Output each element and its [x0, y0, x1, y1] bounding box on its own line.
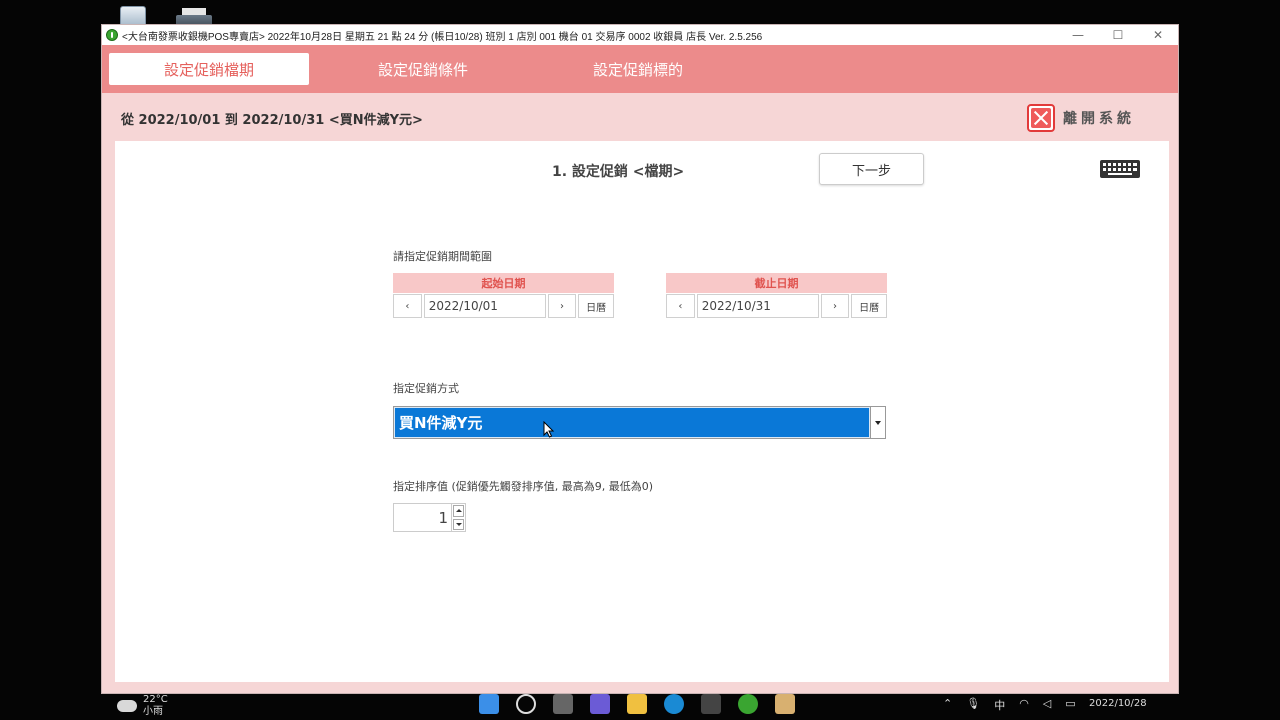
next-step-button[interactable]: 下一步	[819, 153, 924, 185]
step-title: 1. 設定促銷 <檔期>	[552, 164, 685, 180]
method-label: 指定促銷方式	[393, 382, 459, 395]
minimize-button[interactable]: —	[1058, 25, 1098, 45]
promo-method-select[interactable]: 買N件減Y元	[393, 406, 886, 439]
weather-desc: 小雨	[143, 706, 163, 717]
tab-promo-condition[interactable]: 設定促銷條件	[323, 53, 523, 85]
system-tray: ⌃ 🎙 中 ◠ ◁ ▭	[943, 697, 1090, 713]
store-icon[interactable]	[701, 694, 721, 714]
close-button[interactable]: ✕	[1138, 25, 1178, 45]
start-date-field[interactable]: 2022/10/01	[423, 294, 546, 318]
start-icon[interactable]	[479, 694, 499, 714]
task-view-icon[interactable]	[553, 694, 573, 714]
title-bar: <大台南發票收銀機POS專賣店> 2022年10月28日 星期五 21 點 24…	[102, 25, 1178, 45]
exit-system-button[interactable]: 離開系統	[1027, 104, 1135, 132]
promo-summary: 從 2022/10/01 到 2022/10/31 <買N件減Y元>	[121, 113, 423, 128]
window-controls: — ☐ ✕	[1058, 25, 1178, 45]
period-label: 請指定促銷期間範圍	[393, 250, 492, 263]
start-date-group: 起始日期 ‹ 2022/10/01 › 日曆	[393, 273, 614, 318]
priority-stepper[interactable]: 1	[393, 503, 466, 532]
pos-window: <大台南發票收銀機POS專賣店> 2022年10月28日 星期五 21 點 24…	[101, 24, 1179, 694]
window-title: <大台南發票收銀機POS專賣店> 2022年10月28日 星期五 21 點 24…	[122, 31, 763, 43]
start-date-prev-button[interactable]: ‹	[393, 294, 422, 318]
end-date-header: 截止日期	[666, 273, 887, 293]
end-date-group: 截止日期 ‹ 2022/10/31 › 日曆	[666, 273, 887, 318]
battery-icon[interactable]: ▭	[1065, 697, 1075, 713]
promo-method-value[interactable]: 買N件減Y元	[394, 407, 870, 438]
wifi-icon[interactable]: ◠	[1019, 697, 1029, 713]
taskbar-apps	[479, 694, 812, 714]
edge-icon[interactable]	[664, 694, 684, 714]
priority-value[interactable]: 1	[394, 504, 451, 531]
weather-widget[interactable]: 22°C 小雨	[117, 694, 168, 718]
pos-app-icon[interactable]	[738, 694, 758, 714]
priority-label: 指定排序值 (促銷優先觸發排序值, 最高為9, 最低為0)	[393, 480, 654, 493]
file-explorer-icon[interactable]	[627, 694, 647, 714]
chevron-down-icon[interactable]	[870, 407, 885, 438]
app-icon[interactable]	[775, 694, 795, 714]
mouse-cursor-icon	[543, 421, 555, 438]
app-logo-icon	[106, 29, 118, 41]
ime-indicator[interactable]: 中	[994, 697, 1005, 713]
volume-icon[interactable]: ◁	[1043, 697, 1051, 713]
end-date-field[interactable]: 2022/10/31	[696, 294, 819, 318]
tab-promo-period[interactable]: 設定促銷檔期	[109, 53, 309, 85]
taskbar: 22°C 小雨 ⌃ 🎙 中 ◠ ◁ ▭ 2022/10/28	[101, 690, 1179, 720]
search-icon[interactable]	[516, 694, 536, 714]
end-date-next-button[interactable]: ›	[820, 294, 850, 318]
clock[interactable]: 2022/10/28	[1089, 698, 1147, 709]
chat-icon[interactable]	[590, 694, 610, 714]
maximize-button[interactable]: ☐	[1098, 25, 1138, 45]
start-date-calendar-button[interactable]: 日曆	[578, 294, 614, 318]
tab-bar: 設定促銷檔期 設定促銷條件 設定促銷標的	[102, 45, 1178, 93]
weather-temp: 22°C	[143, 694, 168, 705]
exit-x-icon	[1027, 104, 1055, 132]
content-panel: 1. 設定促銷 <檔期> 下一步 請指定促銷期間範圍 起始日期 ‹ 2022/1…	[115, 141, 1169, 682]
start-date-next-button[interactable]: ›	[547, 294, 577, 318]
cloud-icon	[117, 700, 137, 712]
recycle-bin-icon[interactable]	[116, 4, 150, 26]
stepper-up-icon[interactable]	[453, 505, 464, 517]
stepper-down-icon[interactable]	[453, 518, 464, 530]
printer-icon[interactable]	[176, 4, 212, 27]
end-date-calendar-button[interactable]: 日曆	[851, 294, 887, 318]
microphone-icon[interactable]: 🎙	[966, 697, 980, 713]
start-date-header: 起始日期	[393, 273, 614, 293]
tab-promo-target[interactable]: 設定促銷標的	[538, 53, 738, 85]
end-date-prev-button[interactable]: ‹	[666, 294, 695, 318]
chevron-up-icon[interactable]: ⌃	[943, 697, 952, 713]
keyboard-icon[interactable]	[1083, 153, 1157, 185]
exit-label: 離開系統	[1063, 111, 1135, 127]
